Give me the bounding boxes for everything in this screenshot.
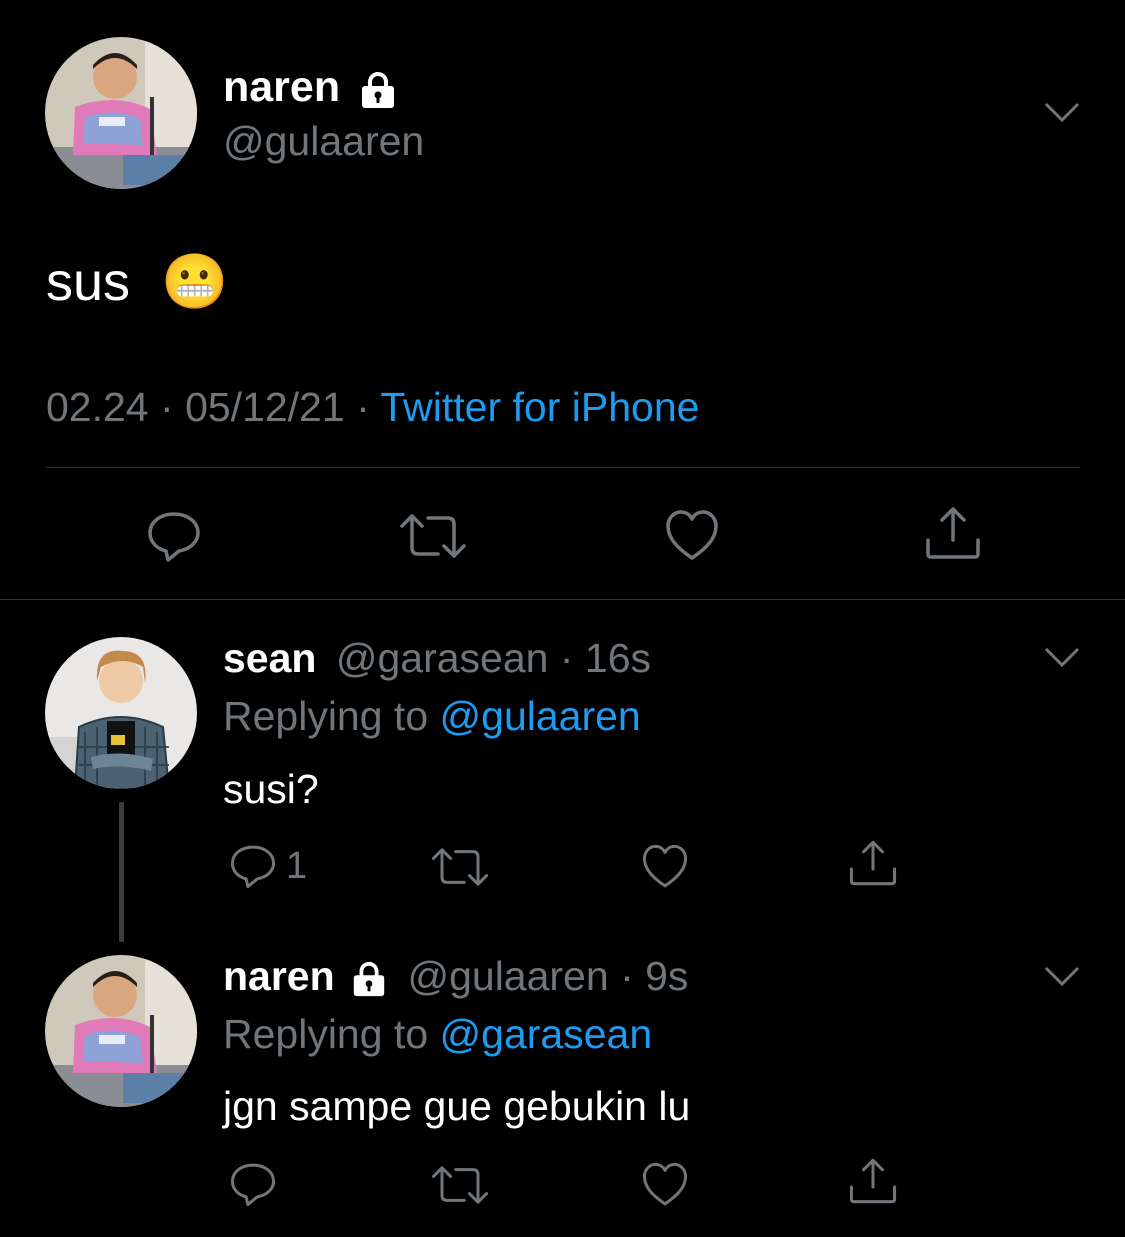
chevron-down-icon[interactable] bbox=[1042, 962, 1082, 990]
lock-icon bbox=[358, 70, 398, 110]
display-name[interactable]: naren bbox=[223, 953, 335, 999]
share-icon[interactable] bbox=[924, 504, 982, 562]
thread-line bbox=[119, 802, 124, 942]
separator-dot: · bbox=[608, 953, 646, 999]
separator-dot: · bbox=[356, 384, 381, 430]
tweet-text: sus bbox=[46, 252, 131, 312]
separator-dot: · bbox=[160, 384, 186, 430]
replying-to-link[interactable]: @gulaaren bbox=[440, 693, 641, 739]
chevron-down-icon[interactable] bbox=[1042, 643, 1082, 671]
avatar[interactable] bbox=[45, 37, 197, 189]
section-divider bbox=[0, 599, 1125, 600]
tweet-date: 05/12/21 bbox=[185, 384, 345, 430]
tweet-text: jgn sampe gue gebukin lu bbox=[223, 1083, 691, 1129]
like-icon[interactable] bbox=[641, 843, 689, 891]
timestamp[interactable]: 16s bbox=[585, 635, 651, 681]
tweet-time: 02.24 bbox=[46, 384, 149, 430]
replying-label: Replying to bbox=[223, 693, 429, 739]
handle[interactable]: @gulaaren bbox=[407, 953, 608, 999]
reply-count: 1 bbox=[286, 844, 308, 887]
share-icon[interactable] bbox=[848, 1156, 898, 1206]
reply-icon bbox=[228, 842, 278, 890]
replying-label: Replying to bbox=[223, 1011, 429, 1057]
display-name[interactable]: sean bbox=[223, 635, 316, 681]
retweet-icon[interactable] bbox=[430, 1161, 490, 1209]
replying-to-link[interactable]: @garasean bbox=[440, 1011, 653, 1057]
tweet-meta: 02.24 · 05/12/21 · Twitter for iPhone bbox=[46, 382, 699, 432]
lock-icon bbox=[350, 960, 388, 998]
retweet-icon[interactable] bbox=[398, 508, 468, 564]
reply-button[interactable]: 1 bbox=[228, 842, 307, 890]
grimace-emoji: 😬 bbox=[161, 252, 229, 312]
like-icon[interactable] bbox=[664, 508, 720, 564]
handle[interactable]: @garasean bbox=[336, 635, 549, 681]
separator-dot: · bbox=[548, 635, 585, 681]
handle[interactable]: @gulaaren bbox=[223, 117, 424, 165]
timestamp[interactable]: 9s bbox=[645, 953, 688, 999]
chevron-down-icon[interactable] bbox=[1042, 98, 1082, 126]
reply-icon[interactable] bbox=[146, 508, 202, 564]
reply-icon[interactable] bbox=[228, 1160, 278, 1208]
share-icon[interactable] bbox=[848, 838, 898, 888]
retweet-icon[interactable] bbox=[430, 843, 490, 891]
tweet-source-link[interactable]: Twitter for iPhone bbox=[380, 384, 699, 430]
avatar[interactable] bbox=[45, 955, 197, 1107]
like-icon[interactable] bbox=[641, 1161, 689, 1209]
divider bbox=[46, 467, 1080, 468]
display-name[interactable]: naren bbox=[223, 63, 340, 111]
tweet-text: susi? bbox=[223, 766, 319, 812]
avatar[interactable] bbox=[45, 637, 197, 789]
